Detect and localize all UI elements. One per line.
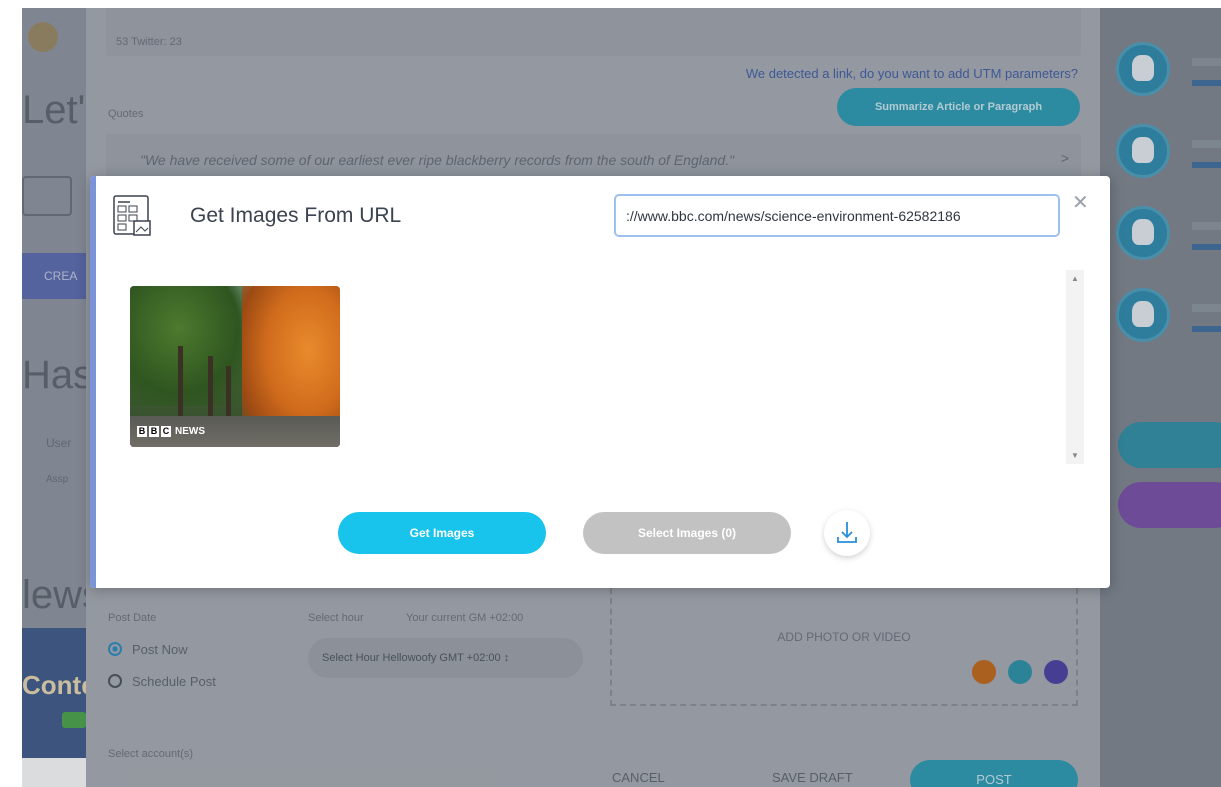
get-images-modal: Get Images From URL ✕ ▲ ▼ B B C NEWS Get… (90, 176, 1110, 588)
news-caption: NEWS (175, 425, 205, 437)
scroll-up-icon[interactable]: ▲ (1066, 274, 1084, 283)
close-icon[interactable]: ✕ (1072, 190, 1089, 215)
screen: Let's CREA Has User Assp lews Conte 53 T… (0, 0, 1221, 787)
modal-accent-bar (90, 176, 96, 588)
image-thumbnail[interactable]: B B C NEWS (130, 286, 340, 447)
left-margin (0, 0, 22, 787)
scroll-down-icon[interactable]: ▼ (1066, 451, 1084, 460)
select-images-button[interactable]: Select Images (0) (583, 512, 791, 554)
download-icon (837, 522, 857, 543)
bbc-logo-letter: B (137, 425, 147, 437)
top-edge (22, 0, 1221, 8)
bbc-logo-letter: B (149, 425, 159, 437)
results-scrollbar[interactable]: ▲ ▼ (1066, 270, 1084, 464)
bbc-news-logo: B B C NEWS (137, 425, 205, 437)
bbc-logo-letter: C (161, 425, 171, 437)
photo-green-trees (130, 286, 250, 406)
url-input[interactable] (614, 194, 1060, 237)
photo-trunk (178, 346, 183, 426)
get-images-button[interactable]: Get Images (338, 512, 546, 554)
gallery-icon (113, 195, 151, 236)
download-button[interactable] (824, 510, 870, 556)
modal-title: Get Images From URL (190, 204, 402, 227)
